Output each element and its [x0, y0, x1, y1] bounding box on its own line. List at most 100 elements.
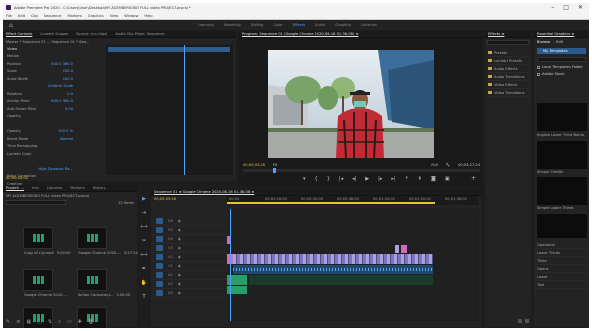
effects-folder[interactable]: Video Transitions — [485, 89, 531, 97]
effect-row[interactable]: Rotation 0.0 — [3, 90, 103, 98]
project-item-thumb[interactable]: Google Chrome 2020-... — [23, 269, 67, 297]
project-search-input[interactable] — [6, 200, 66, 205]
clip-v2-a[interactable] — [395, 245, 399, 253]
work-area-bar[interactable] — [227, 202, 435, 204]
menu-markers[interactable]: Markers — [68, 14, 82, 18]
template-thumb-4[interactable] — [537, 214, 587, 238]
eye-icon[interactable]: ◉ — [178, 291, 181, 295]
menu-clip[interactable]: Clip — [31, 14, 38, 18]
keyframe-area[interactable] — [106, 45, 233, 175]
effect-row-value[interactable]: 640.0 360.0 — [51, 62, 73, 66]
type-tool-icon[interactable]: T — [142, 294, 145, 300]
my-templates-button[interactable]: My Templates — [537, 48, 586, 54]
icon-view-icon[interactable]: ▦ — [26, 319, 31, 325]
effect-row-value[interactable]: Uniform Scale — [48, 84, 73, 88]
add-marker-icon[interactable]: ▾ — [303, 176, 306, 182]
effect-row-value[interactable]: 0.00 — [65, 107, 73, 111]
eg-search-input[interactable] — [537, 57, 586, 62]
menu-edit[interactable]: Edit — [18, 14, 25, 18]
workspace-learning[interactable]: Learning — [198, 23, 214, 27]
delete-icon[interactable] — [525, 319, 529, 323]
eg-list-item[interactable]: Titles — [534, 257, 589, 265]
eye-icon[interactable]: ◉ — [178, 228, 181, 232]
mark-out-icon[interactable]: } — [327, 176, 330, 182]
maximize-button[interactable]: □ — [563, 4, 569, 11]
effect-row-value[interactable]: 100.0 — [63, 69, 73, 73]
razor-tool-icon[interactable]: ✂ — [142, 238, 146, 244]
effect-row-value[interactable]: 0.0 — [67, 92, 73, 96]
effect-row[interactable]: Opacity — [3, 113, 103, 121]
workspace-editing[interactable]: Editing — [251, 23, 264, 27]
effect-row[interactable]: Lumetri Color — [3, 150, 103, 158]
go-to-in-icon[interactable]: |◂ — [339, 176, 343, 182]
effects-folder[interactable]: Audio Transitions — [485, 73, 531, 81]
effects-title[interactable]: Effects ≡ — [488, 32, 504, 36]
trash-icon[interactable]: 🗑 — [88, 319, 94, 325]
tab-info[interactable]: Info — [32, 186, 39, 190]
menu-graphics[interactable]: Graphics — [88, 14, 104, 18]
search-icon[interactable]: ⌕ — [58, 319, 61, 325]
eg-list-item[interactable]: Operators — [534, 241, 589, 249]
clip-v1-main[interactable] — [233, 254, 433, 264]
local-templates-checkbox[interactable] — [537, 65, 540, 69]
effect-row[interactable]: Anchor Point 640.0 360.0 — [3, 98, 103, 106]
step-forward-icon[interactable]: |▸ — [378, 176, 382, 182]
ec-timecode[interactable]: 00;00;00;00 — [6, 176, 28, 180]
menu-view[interactable]: View — [110, 14, 119, 18]
tab-effect-controls[interactable]: Effect Controls — [6, 32, 32, 36]
new-bin-icon[interactable]: ▭ — [67, 319, 72, 325]
adobe-stock-checkbox[interactable] — [537, 72, 540, 76]
add-button-icon[interactable]: + — [471, 175, 476, 182]
workspace-graphics[interactable]: Graphics — [335, 23, 351, 27]
tab-libraries[interactable]: Libraries — [47, 186, 63, 190]
workspace-audio[interactable]: Audio — [315, 23, 325, 27]
effect-row[interactable]: Time Remapping — [3, 143, 103, 151]
tab-audio-clip-mixer[interactable]: Audio Clip Mixer: Sequence — [115, 32, 164, 36]
track-area[interactable] — [227, 209, 479, 321]
selection-tool-icon[interactable]: ▶ — [142, 196, 146, 202]
slip-tool-icon[interactable]: ⟺ — [140, 252, 147, 258]
freeform-view-icon[interactable]: ▢ — [37, 319, 42, 325]
effect-row[interactable]: Scale 100.0 — [3, 68, 103, 76]
effects-folder[interactable]: Audio Effects — [485, 65, 531, 73]
program-video-frame[interactable] — [268, 50, 434, 158]
button-editor-icon[interactable]: ▣ — [445, 176, 450, 182]
track-target-toggle[interactable] — [156, 218, 163, 224]
effect-row[interactable]: High Dynamic Ra... — [3, 165, 103, 173]
effects-folder[interactable]: Video Effects — [485, 81, 531, 89]
template-thumb-2[interactable] — [537, 141, 587, 169]
workspace-libraries[interactable]: Libraries — [361, 23, 377, 27]
template-thumb-3[interactable] — [537, 177, 587, 205]
template-thumb-1[interactable] — [537, 103, 587, 131]
tab-browse[interactable]: Browse — [537, 40, 550, 44]
effect-row-value[interactable]: 100.0 — [63, 77, 73, 81]
menu-window[interactable]: Window — [124, 14, 138, 18]
effect-row-value[interactable]: 100.0 % — [58, 129, 73, 133]
workspace-color[interactable]: Color — [273, 23, 282, 27]
home-icon[interactable]: ⌂ — [9, 22, 13, 29]
effect-row-value[interactable]: Normal — [60, 137, 73, 141]
project-item-thumb[interactable]: Action Conspiracy... 3:00:00 — [77, 269, 130, 297]
ripple-edit-tool-icon[interactable]: ⟷ — [140, 224, 147, 230]
clip-a1[interactable] — [233, 265, 433, 274]
track-header[interactable]: V6 ◉ — [151, 217, 227, 226]
eye-icon[interactable]: ◉ — [178, 282, 181, 286]
effect-row[interactable]: Blend Mode Normal — [3, 135, 103, 143]
effect-row[interactable]: Anti-flicker Filter 0.00 — [3, 105, 103, 113]
eye-icon[interactable]: ◉ — [178, 255, 181, 259]
hand-tool-icon[interactable]: ✋ — [141, 280, 147, 286]
step-back-icon[interactable]: ◂| — [352, 176, 356, 182]
pencil-icon[interactable]: ✎ — [6, 319, 10, 325]
time-ruler[interactable]: 00;00 00;00;16;00 00;00;32;00 00;00;48;00 00… — [227, 196, 479, 205]
track-target-toggle[interactable] — [156, 254, 163, 260]
timeline-title[interactable]: Sequence 01 ≡ Google Chrome 2020-08-18 0… — [154, 190, 254, 194]
minimize-button[interactable]: – — [551, 4, 554, 11]
track-target-toggle[interactable] — [156, 236, 163, 242]
effects-search-input[interactable] — [487, 40, 529, 45]
track-header[interactable]: V3 ◉ — [151, 244, 227, 253]
eye-icon[interactable]: ◉ — [178, 273, 181, 277]
track-target-toggle[interactable] — [156, 263, 163, 269]
effects-folder[interactable]: Presets — [485, 49, 531, 57]
program-playhead[interactable] — [273, 168, 276, 173]
track-header[interactable]: A3 ◉ — [151, 289, 227, 298]
